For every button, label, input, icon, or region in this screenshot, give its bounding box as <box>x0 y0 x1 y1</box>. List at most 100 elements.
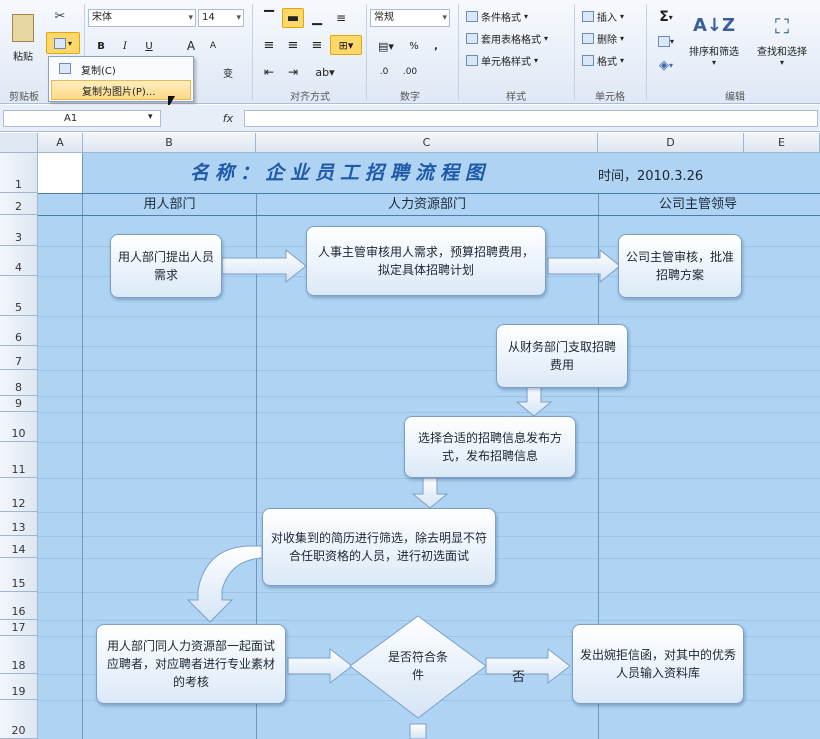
insert-function-button[interactable]: fx <box>218 110 238 127</box>
orientation-button[interactable]: ab▾ <box>310 62 340 82</box>
gridline <box>38 316 820 317</box>
cell-a1[interactable] <box>38 153 82 193</box>
wrap-text-button[interactable]: ≡ <box>330 8 352 28</box>
copy-icon <box>59 63 71 74</box>
currency-button[interactable]: ▤▾ <box>372 36 400 56</box>
row-header-18[interactable]: 18 <box>0 636 38 674</box>
flow-box-interview[interactable]: 用人部门同人力资源部一起面试应聘者，对应聘者进行专业素材的考核 <box>96 624 286 704</box>
underline-button[interactable]: U <box>138 36 160 56</box>
row-header-19[interactable]: 19 <box>0 674 38 700</box>
decision-label: 是否符合条件 <box>388 650 449 682</box>
phonetic-button[interactable]: 变 <box>214 62 242 82</box>
column-header-d[interactable]: D <box>598 133 744 153</box>
paste-icon <box>12 13 34 42</box>
font-name-combo[interactable]: 宋体 <box>88 9 196 27</box>
flow-box-manager-approve[interactable]: 公司主管审核，批准招聘方案 <box>618 234 742 298</box>
row-header-4[interactable]: 4 <box>0 246 38 276</box>
align-bottom-button[interactable]: ▁ <box>306 8 328 28</box>
lane-header-management: 公司主管领导 <box>658 197 737 212</box>
row-header-6[interactable]: 6 <box>0 316 38 346</box>
row-header-9[interactable]: 9 <box>0 396 38 412</box>
row-header-17[interactable]: 17 <box>0 620 38 636</box>
row-header-20[interactable]: 20 <box>0 700 38 739</box>
percent-button[interactable]: % <box>404 36 424 56</box>
lane-header-hiring-dept: 用人部门 <box>143 197 196 212</box>
flow-box-reject[interactable]: 发出婉拒信函，对其中的优秀人员输入资料库 <box>572 624 744 704</box>
column-header-a[interactable]: A <box>38 133 83 153</box>
row-header-11[interactable]: 11 <box>0 442 38 478</box>
row-header-8[interactable]: 8 <box>0 370 38 396</box>
column-header-e[interactable]: E <box>744 133 820 153</box>
sheet-date: 时间，2010.3.26 <box>598 169 704 184</box>
formula-input[interactable] <box>244 110 818 127</box>
sort-filter-button[interactable]: A↓Z 排序和筛选 ▾ <box>682 4 746 78</box>
paste-button[interactable]: 粘贴 <box>4 4 42 72</box>
clipboard-group-label: 剪贴板 <box>9 92 39 103</box>
decrease-decimal-button[interactable]: .00 <box>398 62 422 82</box>
comma-button[interactable]: , <box>426 36 446 56</box>
name-box[interactable]: A1 <box>3 110 161 127</box>
merge-center-button[interactable]: ⊞▾ <box>330 35 362 55</box>
italic-button[interactable]: I <box>114 36 136 56</box>
sort-filter-icon: A↓Z <box>692 15 736 36</box>
flow-box-publish[interactable]: 选择合适的招聘信息发布方式，发布招聘信息 <box>404 416 576 478</box>
grow-font-button[interactable]: A <box>180 36 202 56</box>
row-header-10[interactable]: 10 <box>0 412 38 442</box>
align-right-button[interactable]: ≡ <box>306 35 328 55</box>
autosum-button[interactable]: Σ ▾ <box>652 6 680 28</box>
column-header-b[interactable]: B <box>83 133 256 153</box>
flow-box-finance[interactable]: 从财务部门支取招聘费用 <box>496 324 628 388</box>
decision-no-label: 否 <box>512 670 526 685</box>
increase-decimal-button[interactable]: .0 <box>372 62 396 82</box>
formula-bar: A1 ▾ fx <box>0 105 820 132</box>
row-header-3[interactable]: 3 <box>0 215 38 246</box>
clear-button[interactable]: ◈ ▾ <box>652 54 680 76</box>
cell-styles-button[interactable]: 单元格样式 ▾ <box>466 53 538 68</box>
flow-box-request[interactable]: 用人部门提出人员需求 <box>110 234 222 298</box>
row-header-16[interactable]: 16 <box>0 592 38 620</box>
align-center-button[interactable]: ≡ <box>282 35 304 55</box>
fill-button[interactable]: ▾ <box>652 30 680 52</box>
row-header-12[interactable]: 12 <box>0 478 38 512</box>
find-select-button[interactable]: ⛶ 查找和选择 ▾ <box>748 4 816 78</box>
editing-group-label: 编辑 <box>725 92 745 103</box>
lane-header-hr-dept: 人力资源部门 <box>387 197 466 212</box>
row-header-5[interactable]: 5 <box>0 276 38 316</box>
select-all-corner[interactable] <box>0 133 38 153</box>
bold-button[interactable]: B <box>90 36 112 56</box>
name-box-dropdown-icon[interactable]: ▾ <box>148 112 153 122</box>
increase-indent-button[interactable]: ⇥ <box>282 62 304 82</box>
column-header-c[interactable]: C <box>256 133 598 153</box>
insert-cells-button[interactable]: 插入 ▾ <box>582 9 624 24</box>
row-header-15[interactable]: 15 <box>0 558 38 592</box>
flow-box-screening[interactable]: 对收集到的简历进行筛选，除去明显不符合任职资格的人员，进行初选面试 <box>262 508 496 586</box>
format-as-table-button[interactable]: 套用表格格式 ▾ <box>466 31 548 46</box>
gridline <box>38 620 820 621</box>
alignment-group-label: 对齐方式 <box>290 92 330 103</box>
align-middle-button[interactable]: ▬ <box>282 8 304 28</box>
copy-dropdown-button[interactable]: ▾ <box>46 32 80 54</box>
conditional-format-button[interactable]: 条件格式 ▾ <box>466 9 528 24</box>
binoculars-icon: ⛶ <box>775 14 789 38</box>
row-header-14[interactable]: 14 <box>0 536 38 558</box>
row-header-13[interactable]: 13 <box>0 512 38 536</box>
number-format-combo[interactable]: 常规 <box>370 9 450 27</box>
decrease-indent-button[interactable]: ⇤ <box>258 62 280 82</box>
shrink-font-button[interactable]: A <box>202 36 224 56</box>
cell-styles-icon <box>466 55 478 66</box>
format-cells-button[interactable]: 格式 ▾ <box>582 53 624 68</box>
sum-icon: Σ <box>659 9 669 25</box>
cut-icon[interactable]: ✂ <box>48 6 72 26</box>
font-size-combo[interactable]: 14 <box>198 9 244 27</box>
row-header-7[interactable]: 7 <box>0 346 38 370</box>
delete-cells-button[interactable]: 删除 ▾ <box>582 31 624 46</box>
align-top-button[interactable]: ▔ <box>258 8 280 28</box>
cells-group-label: 单元格 <box>595 92 625 103</box>
eraser-icon: ◈ <box>658 57 669 73</box>
flow-box-hr-review[interactable]: 人事主管审核用人需求，预算招聘费用，拟定具体招聘计划 <box>306 226 546 296</box>
row-header-2[interactable]: 2 <box>0 193 38 215</box>
align-left-button[interactable]: ≡ <box>258 35 280 55</box>
menu-item-copy[interactable]: 复制(C) <box>51 59 191 79</box>
paste-label: 粘贴 <box>13 51 33 63</box>
row-header-1[interactable]: 1 <box>0 153 38 193</box>
